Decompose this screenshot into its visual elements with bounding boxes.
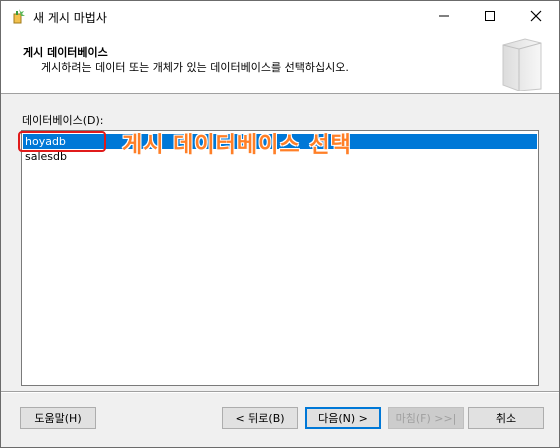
finish-button[interactable]: 마침(F) >>| bbox=[388, 407, 464, 429]
database-list-label: 데이터베이스(D): bbox=[22, 114, 104, 127]
footer-separator bbox=[1, 391, 559, 393]
minimize-button[interactable] bbox=[421, 1, 467, 31]
page-description: 게시하려는 데이터 또는 개체가 있는 데이터베이스를 선택하십시오. bbox=[41, 61, 349, 74]
wizard-icon bbox=[13, 9, 25, 24]
close-button[interactable] bbox=[513, 1, 559, 31]
back-button[interactable]: < 뒤로(B) bbox=[222, 407, 298, 429]
annotation-highlight-box bbox=[18, 131, 106, 152]
database-listbox[interactable]: hoyadb salesdb bbox=[21, 130, 539, 386]
minimize-icon bbox=[439, 15, 449, 17]
title-bar: 새 게시 마법사 bbox=[1, 1, 559, 31]
maximize-icon bbox=[485, 11, 495, 21]
wizard-header: 게시 데이터베이스 게시하려는 데이터 또는 개체가 있는 데이터베이스를 선택… bbox=[1, 31, 559, 94]
book-graphic-icon bbox=[502, 38, 542, 91]
window-title: 새 게시 마법사 bbox=[33, 11, 107, 25]
maximize-button[interactable] bbox=[467, 1, 513, 31]
annotation-text: 게시 데이터베이스 선택 bbox=[122, 133, 352, 158]
page-title: 게시 데이터베이스 bbox=[23, 46, 108, 59]
next-button[interactable]: 다음(N) > bbox=[305, 407, 381, 429]
close-icon bbox=[530, 10, 542, 22]
cancel-button[interactable]: 취소 bbox=[468, 407, 544, 429]
help-button[interactable]: 도움말(H) bbox=[20, 407, 96, 429]
wizard-window: 새 게시 마법사 게시 데이터베이스 게시하려는 데이터 또는 개체가 있는 데… bbox=[0, 0, 560, 448]
